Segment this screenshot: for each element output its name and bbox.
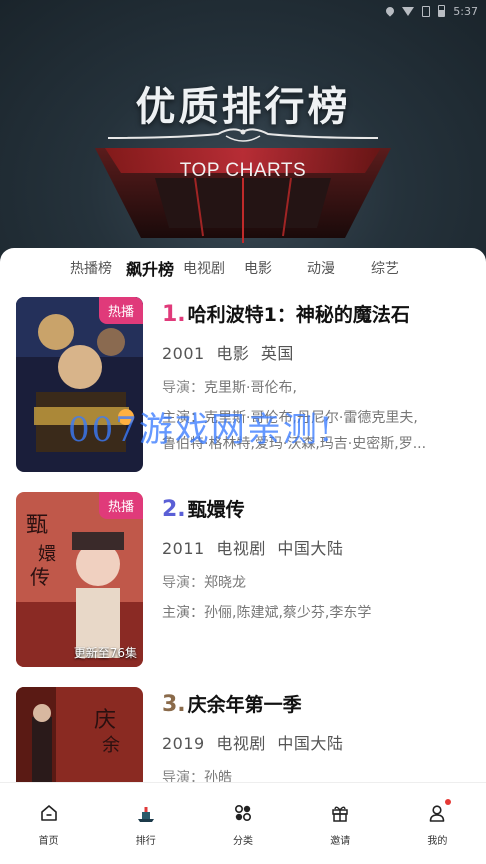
tab-variety[interactable]: 综艺 [352, 258, 418, 278]
gift-icon [330, 803, 350, 823]
profile-icon [427, 799, 452, 823]
top-charts-banner: 优质排行榜 TOP CHARTS [0, 0, 486, 270]
tab-hot[interactable]: 热播榜 [64, 258, 118, 278]
poster-image[interactable]: 庆 余 [16, 687, 143, 788]
ranking-icon [136, 803, 156, 823]
rank-number: 2. [162, 497, 186, 522]
nav-ranking[interactable]: 排行 [97, 783, 194, 864]
svg-text:传: 传 [30, 565, 50, 589]
item-title: 哈利波特1：神秘的魔法石 [187, 304, 410, 326]
item-meta: 2001 电影 英国 [162, 340, 472, 364]
hot-badge: 热播 [98, 492, 143, 519]
home-icon [39, 803, 59, 823]
ranking-sheet: 热播榜 飙升榜 电视剧 电影 动漫 综艺 热播 1. 哈利波特1：神秘的魔法石 … [0, 248, 486, 788]
status-bar: 5:37 [0, 0, 486, 22]
item-year: 2011 [162, 539, 205, 558]
item-title: 庆余年第一季 [187, 694, 302, 716]
location-icon [384, 5, 396, 17]
nav-ranking-label: 排行 [135, 836, 156, 847]
item-title-row[interactable]: 3. 庆余年第一季 [162, 693, 472, 717]
ornament-divider [108, 128, 378, 142]
rank-number: 1. [162, 302, 186, 327]
item-info: 3. 庆余年第一季 2019 电视剧 中国大陆 导演：孙皓 [162, 687, 472, 788]
item-meta: 2019 电视剧 中国大陆 [162, 730, 472, 754]
svg-text:余: 余 [102, 735, 120, 756]
svg-text:庆: 庆 [94, 708, 116, 733]
list-item[interactable]: 庆 余 3. 庆余年第一季 2019 电视剧 中国大陆 导演：孙皓 [16, 687, 472, 788]
poster-image[interactable]: 甄 嬛 传 热播 更新至76集 [16, 492, 143, 667]
item-title-row[interactable]: 2. 甄嬛传 [162, 498, 472, 522]
item-region: 中国大陆 [277, 539, 344, 558]
tab-tv[interactable]: 电视剧 [182, 258, 226, 278]
tab-rising[interactable]: 飙升榜 [118, 256, 182, 280]
status-time: 5:37 [453, 4, 478, 18]
episode-count: 更新至76集 [73, 646, 137, 660]
item-title-row[interactable]: 1. 哈利波特1：神秘的魔法石 [162, 303, 472, 327]
item-region: 英国 [260, 344, 294, 363]
item-info: 2. 甄嬛传 2011 电视剧 中国大陆 导演：郑晓龙 主演：孙俪,陈建斌,蔡少芬… [162, 492, 472, 626]
item-region: 中国大陆 [277, 734, 344, 753]
tab-anime[interactable]: 动漫 [290, 258, 352, 278]
nav-invite[interactable]: 邀请 [292, 783, 389, 864]
notification-dot [445, 799, 452, 805]
bottom-nav: 首页 排行 分类 邀请 我的 [0, 782, 486, 864]
sim-icon [422, 5, 431, 17]
item-director: 导演：郑晓龙 [162, 575, 246, 591]
list-item[interactable]: 甄 嬛 传 热播 更新至76集 2. 甄嬛传 2011 电视剧 中国大陆 导演：郑… [16, 492, 472, 670]
nav-home[interactable]: 首页 [0, 783, 97, 864]
svg-text:嬛: 嬛 [38, 544, 56, 565]
nav-category-label: 分类 [233, 836, 253, 847]
item-director: 导演：克里斯·哥伦布, [162, 380, 297, 396]
item-meta: 2011 电视剧 中国大陆 [162, 535, 472, 559]
battery-icon [438, 5, 446, 17]
nav-profile-label: 我的 [427, 836, 448, 847]
item-year: 2019 [162, 734, 205, 753]
wifi-icon [402, 6, 415, 16]
rank-number: 3. [162, 692, 186, 717]
category-icon [233, 803, 253, 823]
poster-art: 庆 余 [16, 687, 143, 788]
item-title: 甄嬛传 [187, 499, 245, 521]
nav-category[interactable]: 分类 [194, 783, 291, 864]
ranking-tabs: 热播榜 飙升榜 电视剧 电影 动漫 综艺 [0, 248, 486, 288]
nav-home-label: 首页 [38, 836, 59, 847]
item-category: 电视剧 [216, 539, 266, 558]
watermark-text: 007游戏网亲测! [68, 410, 335, 450]
item-cast: 主演：孙俪,陈建斌,蔡少芬,李东学 [162, 605, 372, 621]
nav-profile[interactable]: 我的 [389, 783, 486, 864]
tab-movie[interactable]: 电影 [226, 258, 290, 278]
banner-subtitle: TOP CHARTS [179, 160, 307, 181]
svg-text:甄: 甄 [26, 513, 48, 538]
nav-invite-label: 邀请 [330, 836, 351, 847]
item-year: 2001 [162, 344, 205, 363]
item-category: 电视剧 [216, 734, 266, 753]
item-category: 电影 [216, 344, 250, 363]
hot-badge: 热播 [98, 297, 143, 324]
